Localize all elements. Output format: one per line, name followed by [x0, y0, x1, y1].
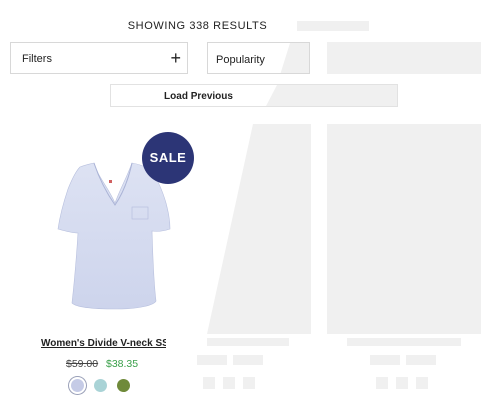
- skeleton-placeholder: [197, 355, 227, 365]
- skeleton-placeholder: [396, 377, 408, 389]
- skeleton-placeholder: [376, 377, 388, 389]
- filters-dropdown[interactable]: Filters +: [10, 42, 188, 74]
- skeleton-placeholder: [297, 21, 369, 31]
- skeleton-placeholder: [327, 42, 481, 74]
- skeleton-placeholder: [207, 338, 289, 346]
- original-price: $59.00: [66, 358, 99, 370]
- swatch-olive[interactable]: [117, 379, 130, 392]
- product-title-link[interactable]: Women's Divide V-neck SS: [41, 338, 166, 349]
- sale-price: $38.35: [106, 358, 138, 370]
- skeleton-placeholder: [243, 377, 255, 389]
- skeleton-placeholder: [347, 338, 461, 346]
- swatch-light-blue[interactable]: [71, 379, 84, 392]
- skeleton-placeholder: [203, 377, 215, 389]
- skeleton-placeholder: [406, 355, 436, 365]
- sort-dropdown[interactable]: Popularity: [207, 42, 310, 74]
- load-previous-button[interactable]: Load Previous: [110, 84, 398, 107]
- sale-badge: SALE: [142, 132, 194, 184]
- skeleton-placeholder: [416, 377, 428, 389]
- skeleton-placeholder: [370, 355, 400, 365]
- skeleton-product-image: [207, 124, 311, 334]
- filters-label: Filters: [22, 53, 52, 65]
- skeleton-placeholder: [223, 377, 235, 389]
- plus-icon[interactable]: +: [170, 46, 181, 70]
- swatch-aqua[interactable]: [94, 379, 107, 392]
- load-skeleton-overlay: [266, 85, 397, 106]
- skeleton-product-image: [327, 124, 481, 334]
- sort-skeleton-overlay: [280, 43, 309, 73]
- skeleton-placeholder: [233, 355, 263, 365]
